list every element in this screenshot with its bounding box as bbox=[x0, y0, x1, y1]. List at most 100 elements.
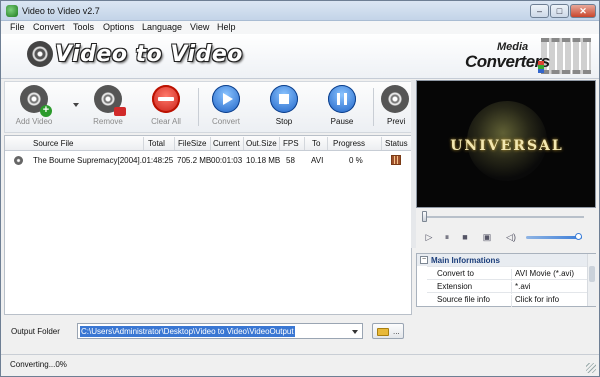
maximize-button[interactable]: □ bbox=[550, 4, 569, 18]
info-val-source-file-info[interactable]: Click for info bbox=[511, 295, 559, 307]
banner-title: Video to Video bbox=[55, 42, 243, 67]
info-row[interactable]: Convert to AVI Movie (*.avi) bbox=[427, 266, 587, 281]
col-status[interactable]: Status bbox=[385, 139, 408, 148]
menu-help[interactable]: Help bbox=[217, 22, 236, 32]
add-video-label: Add Video bbox=[15, 117, 53, 126]
cell-out-size: 10.18 MB bbox=[246, 156, 281, 165]
col-out-size[interactable]: Out.Size bbox=[246, 139, 277, 148]
clear-all-button[interactable]: Clear All bbox=[139, 84, 193, 130]
film-reel-icon bbox=[14, 156, 23, 165]
toolbar: Add Video Remove Clear All Convert Stop … bbox=[4, 81, 412, 133]
stop-button[interactable]: Stop bbox=[257, 84, 311, 130]
table-row[interactable]: The Bourne Supremacy[2004]... 01:48:25 7… bbox=[5, 153, 411, 167]
stop-icon[interactable]: ■ bbox=[458, 230, 472, 244]
info-row[interactable]: Source file info Click for info bbox=[427, 292, 587, 307]
video-preview: UNIVERSAL bbox=[416, 80, 596, 208]
play-icon bbox=[212, 85, 240, 113]
volume-thumb[interactable] bbox=[575, 233, 582, 240]
info-header[interactable]: − Main Informations bbox=[417, 254, 587, 266]
cell-current: 00:01:03 bbox=[211, 156, 243, 165]
col-current[interactable]: Current bbox=[213, 139, 240, 148]
status-bar: Converting...0% bbox=[1, 354, 599, 376]
info-key-source-file-info: Source file info bbox=[437, 295, 490, 304]
cell-progress: 0 % bbox=[349, 156, 363, 165]
menu-bar: File Convert Tools Options Language View… bbox=[1, 21, 599, 34]
convert-label: Convert bbox=[211, 117, 240, 126]
remove-video-icon bbox=[94, 85, 126, 116]
column-divider bbox=[243, 137, 244, 150]
pause-button[interactable]: Pause bbox=[315, 84, 369, 130]
play-icon[interactable]: ▷ bbox=[422, 230, 436, 244]
collapse-icon[interactable]: − bbox=[420, 256, 428, 264]
status-film-icon bbox=[391, 155, 401, 165]
menu-file[interactable]: File bbox=[10, 22, 25, 32]
add-video-icon bbox=[20, 85, 52, 117]
menu-convert[interactable]: Convert bbox=[33, 22, 65, 32]
clear-all-label: Clear All bbox=[151, 117, 181, 126]
info-title: Main Informations bbox=[431, 256, 500, 265]
info-scrollbar[interactable] bbox=[587, 254, 596, 306]
close-button[interactable]: ✕ bbox=[570, 4, 596, 18]
info-key-extension: Extension bbox=[437, 282, 473, 291]
seek-thumb[interactable] bbox=[422, 211, 427, 222]
remove-button[interactable]: Remove bbox=[81, 84, 135, 130]
menu-tools[interactable]: Tools bbox=[73, 22, 94, 32]
browse-label: ... bbox=[393, 327, 400, 336]
column-divider bbox=[327, 137, 328, 150]
resize-grip-icon[interactable] bbox=[586, 363, 596, 373]
seek-track[interactable] bbox=[424, 216, 584, 218]
volume-icon[interactable]: ◁) bbox=[504, 230, 518, 244]
info-key-convert-to: Convert to bbox=[437, 269, 474, 278]
add-video-dropdown-icon[interactable] bbox=[73, 103, 79, 107]
col-filesize[interactable]: FileSize bbox=[178, 139, 206, 148]
info-row[interactable]: Extension *.avi bbox=[427, 279, 587, 294]
add-video-button[interactable]: Add Video bbox=[7, 84, 61, 130]
chevron-down-icon[interactable] bbox=[352, 330, 358, 334]
col-progress[interactable]: Progress bbox=[333, 139, 365, 148]
convert-button[interactable]: Convert bbox=[199, 84, 253, 130]
preview-reel-icon bbox=[381, 85, 409, 113]
col-to[interactable]: To bbox=[312, 139, 320, 148]
main-info-panel: − Main Informations Convert to AVI Movie… bbox=[416, 253, 596, 307]
preview-button[interactable]: Previ bbox=[373, 84, 413, 130]
player-controls: ▷ ⏸ ■ ▣ ◁) bbox=[418, 228, 596, 246]
column-divider bbox=[304, 137, 305, 150]
snapshot-icon[interactable]: ▣ bbox=[480, 230, 494, 244]
app-icon bbox=[6, 5, 18, 17]
file-list-grid[interactable]: Source File Total FileSize Current Out.S… bbox=[4, 135, 412, 315]
app-window: Video to Video v2.7 – □ ✕ File Convert T… bbox=[0, 0, 600, 377]
pause-icon[interactable]: ⏸ bbox=[440, 230, 454, 244]
preview-label: Previ bbox=[387, 117, 406, 126]
volume-slider[interactable] bbox=[526, 236, 582, 239]
remove-label: Remove bbox=[93, 117, 123, 126]
menu-options[interactable]: Options bbox=[103, 22, 134, 32]
output-folder-path[interactable]: C:\Users\Administrator\Desktop\Video to … bbox=[80, 326, 295, 337]
col-source-file[interactable]: Source File bbox=[33, 139, 73, 148]
stop-icon bbox=[270, 85, 298, 113]
col-total[interactable]: Total bbox=[148, 139, 165, 148]
column-divider bbox=[174, 137, 175, 150]
menu-language[interactable]: Language bbox=[142, 22, 182, 32]
folder-icon bbox=[377, 328, 389, 336]
grid-header: Source File Total FileSize Current Out.S… bbox=[5, 136, 411, 151]
column-divider bbox=[381, 137, 382, 150]
output-folder-label: Output Folder bbox=[11, 327, 60, 336]
column-divider bbox=[210, 137, 211, 150]
title-bar: Video to Video v2.7 – □ ✕ bbox=[1, 1, 599, 21]
menu-view[interactable]: View bbox=[190, 22, 209, 32]
cell-filesize: 705.2 MB bbox=[177, 156, 212, 165]
scrollbar-thumb[interactable] bbox=[589, 266, 595, 282]
minimize-button[interactable]: – bbox=[530, 4, 549, 18]
col-fps[interactable]: FPS bbox=[283, 139, 299, 148]
seek-slider[interactable] bbox=[418, 210, 586, 224]
clear-all-icon bbox=[152, 85, 180, 113]
pause-label: Pause bbox=[330, 117, 354, 126]
film-reel-icon bbox=[27, 41, 53, 67]
output-folder-combobox[interactable]: C:\Users\Administrator\Desktop\Video to … bbox=[77, 323, 363, 339]
window-title: Video to Video v2.7 bbox=[22, 6, 100, 16]
status-text: Converting...0% bbox=[10, 360, 67, 369]
logo-color-dots bbox=[538, 61, 544, 73]
stop-label: Stop bbox=[275, 117, 293, 126]
browse-folder-button[interactable]: ... bbox=[372, 323, 404, 339]
app-banner: Video to Video Media Converters bbox=[1, 34, 599, 79]
